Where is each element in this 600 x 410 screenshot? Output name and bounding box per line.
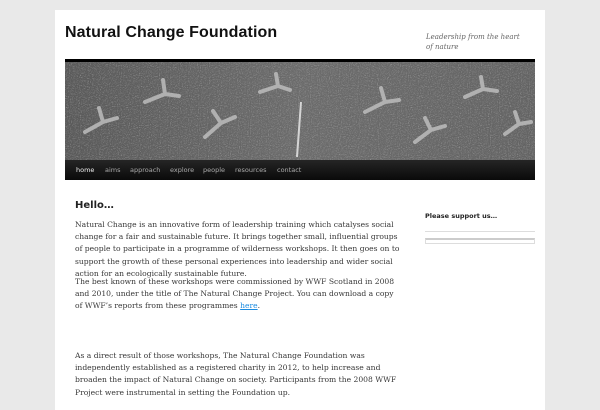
nav-resources[interactable]: resources [235, 160, 267, 180]
nav-contact[interactable]: contact [277, 160, 301, 180]
nav-explore[interactable]: explore [170, 160, 194, 180]
sidebar-widget-title: Please support us… [425, 212, 498, 220]
snow-bird-tracks-image [65, 62, 535, 160]
entry-paragraph-wwf: The best known of these workshops were c… [75, 276, 400, 313]
nav-approach[interactable]: approach [130, 160, 160, 180]
entry-paragraph-intro: Natural Change is an innovative form of … [75, 220, 400, 278]
site-tagline: Leadership from the heart of nature [426, 33, 520, 51]
sidebar-support-widget [425, 238, 535, 244]
header-image [65, 59, 535, 160]
sidebar-divider [425, 231, 535, 232]
entry-paragraph-wwf-end: . [257, 301, 261, 311]
entry-paragraph-wwf-text: The best known of these workshops were c… [75, 277, 395, 311]
page-container: Natural Change Foundation Leadership fro… [55, 10, 545, 410]
reports-here-link[interactable]: here [240, 301, 258, 310]
main-navigation: home aims approach explore people resour… [65, 160, 535, 180]
nav-home[interactable]: home [76, 160, 94, 180]
nav-aims[interactable]: aims [105, 160, 121, 180]
nav-people[interactable]: people [203, 160, 225, 180]
entry-title: Hello… [75, 200, 114, 211]
entry-paragraph-foundation: As a direct result of those workshops, T… [75, 351, 397, 397]
site-title[interactable]: Natural Change Foundation [65, 24, 277, 42]
